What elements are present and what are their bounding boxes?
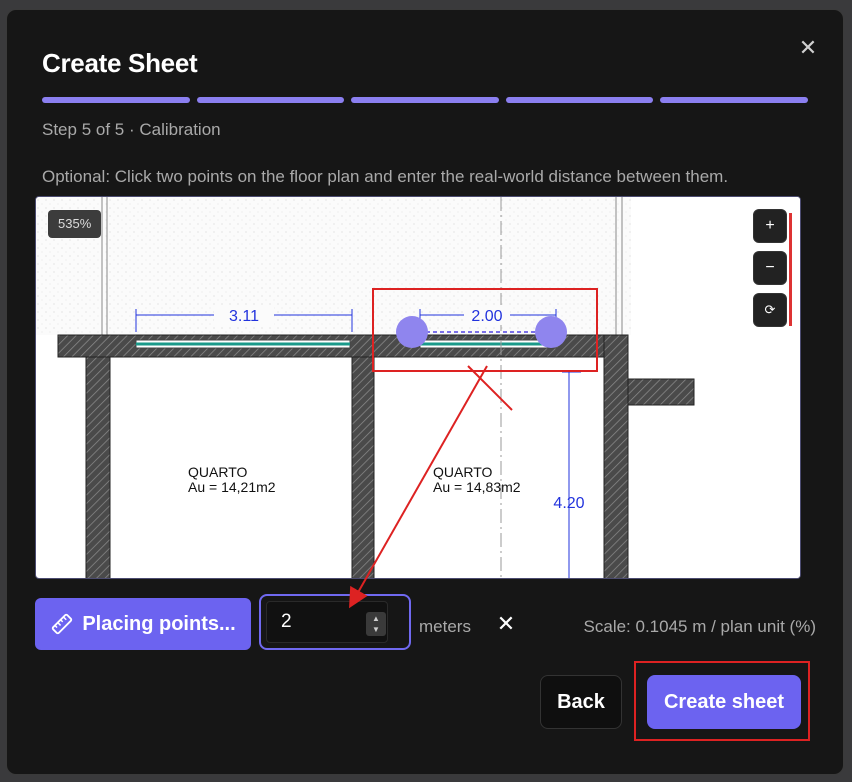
- dimension-label: 3.11: [229, 308, 259, 325]
- floor-plan-canvas[interactable]: 3.11 2.00 4.20 QUARTO Au = 14,21m2 QUART…: [36, 197, 801, 579]
- room-area: Au = 14,21m2: [188, 479, 276, 495]
- close-icon: ✕: [496, 611, 516, 636]
- distance-spinner[interactable]: ▲ ▼: [366, 612, 386, 636]
- progress-step: [196, 97, 345, 103]
- distance-field-wrapper: ▲ ▼: [259, 594, 411, 650]
- clear-points-button[interactable]: ✕: [493, 611, 519, 637]
- scale-readout: Scale: 0.1045 m / plan unit (%): [583, 617, 816, 636]
- instructions-text: Optional: Click two points on the floor …: [42, 167, 729, 186]
- zoom-out-button[interactable]: −: [753, 251, 787, 285]
- progress-step: [42, 97, 190, 103]
- room-name: QUARTO: [188, 464, 247, 480]
- ruler-icon: [52, 613, 73, 635]
- wall-left: [85, 356, 111, 578]
- wall-right: [603, 334, 629, 578]
- spinner-up-icon[interactable]: ▲: [366, 614, 386, 623]
- wall-middle: [351, 356, 375, 578]
- progress-step: [660, 97, 808, 103]
- dimension-label: 4.20: [553, 495, 584, 512]
- reset-icon: ⟳: [764, 302, 776, 317]
- unit-label: meters: [419, 617, 471, 636]
- placing-points-label: Placing points...: [82, 612, 236, 635]
- wall-stub: [627, 378, 695, 406]
- spinner-down-icon[interactable]: ▼: [366, 625, 386, 634]
- step-label: Step 5 of 5 · Calibration: [42, 120, 221, 139]
- close-icon: ✕: [798, 35, 818, 60]
- dialog-title: Create Sheet: [42, 48, 198, 78]
- zoom-scroll-indicator: [789, 213, 792, 326]
- zoom-level-badge: 535%: [48, 210, 102, 238]
- dimension-label: 2.00: [471, 308, 502, 325]
- floor-plan-viewer[interactable]: 3.11 2.00 4.20 QUARTO Au = 14,21m2 QUART…: [35, 196, 801, 579]
- create-sheet-button[interactable]: Create sheet: [647, 675, 801, 729]
- zoom-in-button[interactable]: +: [753, 209, 787, 243]
- progress-step: [351, 97, 499, 103]
- placing-points-button[interactable]: Placing points...: [35, 598, 251, 650]
- plus-icon: +: [765, 217, 775, 234]
- close-button[interactable]: ✕: [794, 34, 822, 62]
- back-button[interactable]: Back: [540, 675, 622, 729]
- step-progress: [42, 97, 808, 103]
- room-name: QUARTO: [433, 464, 492, 480]
- room-area: Au = 14,83m2: [433, 479, 521, 495]
- minus-icon: −: [765, 259, 775, 276]
- progress-step: [505, 97, 654, 103]
- calibration-point-b[interactable]: [535, 316, 567, 348]
- zoom-reset-button[interactable]: ⟳: [753, 293, 787, 327]
- calibration-point-a[interactable]: [396, 316, 428, 348]
